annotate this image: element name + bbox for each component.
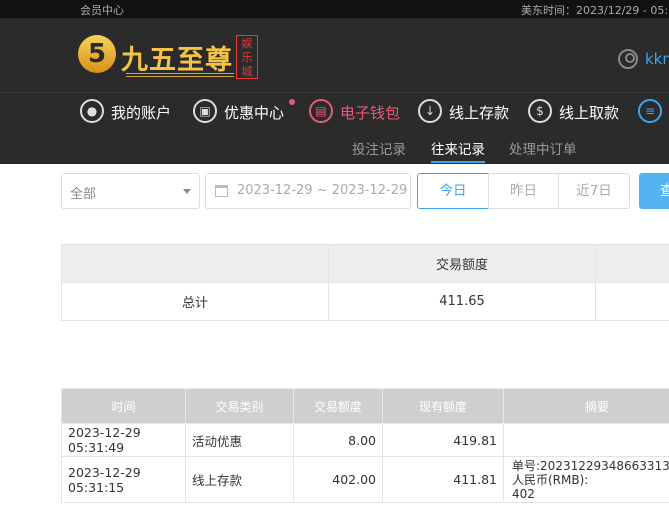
cell-memo: 单号:202312293486633135 人民币(RMB): 402 bbox=[503, 456, 669, 503]
history-icon: ≡ bbox=[638, 99, 662, 123]
summary-header-blank bbox=[61, 244, 329, 283]
cell-amount: 8.00 bbox=[293, 423, 383, 457]
brand-badge: 娱乐城 bbox=[236, 35, 258, 79]
user-icon bbox=[618, 49, 638, 69]
tab-transaction-records[interactable]: 往来记录 bbox=[431, 138, 485, 163]
col-balance: 现有额度 bbox=[382, 388, 504, 424]
cell-time: 2023-12-29 05:31:49 bbox=[61, 423, 186, 457]
summary-total-value: 411.65 bbox=[328, 282, 596, 321]
transaction-table: 时间 交易类别 交易额度 现有额度 摘要 2023-12-29 05:31:49… bbox=[61, 388, 669, 503]
logo-ornament bbox=[126, 73, 234, 77]
nav-label: 线上取款 bbox=[559, 104, 620, 122]
notification-dot bbox=[289, 99, 295, 105]
cell-memo bbox=[503, 423, 669, 457]
summary-empty-cell bbox=[595, 282, 669, 321]
cell-amount: 402.00 bbox=[293, 456, 383, 503]
summary-total-row: 总计 411.65 bbox=[61, 282, 669, 321]
col-amount: 交易额度 bbox=[293, 388, 383, 424]
cell-type: 活动优惠 bbox=[185, 423, 294, 457]
transaction-type-select[interactable]: 全部 bbox=[61, 173, 200, 209]
memo-currency: 人民币(RMB): bbox=[512, 472, 589, 487]
deposit-icon: ↓ bbox=[418, 99, 442, 123]
query-button[interactable]: 查 bbox=[639, 173, 669, 209]
today-button[interactable]: 今日 bbox=[417, 173, 489, 209]
wallet-icon: ▤ bbox=[309, 99, 333, 123]
tab-pending-orders[interactable]: 处理中订单 bbox=[509, 138, 577, 158]
nav-label: 优惠中心 bbox=[224, 104, 285, 122]
select-value: 全部 bbox=[70, 187, 97, 202]
col-type: 交易类别 bbox=[185, 388, 294, 424]
calendar-icon bbox=[215, 185, 228, 197]
nav-label: 电子钱包 bbox=[340, 104, 401, 122]
caret-down-icon bbox=[183, 189, 191, 194]
withdraw-icon: $ bbox=[528, 99, 552, 123]
logo-mark: 5 bbox=[78, 35, 116, 73]
header: 5 九五至尊 娱乐城 kkn bbox=[0, 18, 669, 92]
gift-icon: ▣ bbox=[193, 99, 217, 123]
col-memo: 摘要 bbox=[503, 388, 669, 424]
nav-label: 我的账户 bbox=[111, 104, 172, 122]
summary-header-amount: 交易额度 bbox=[328, 244, 596, 283]
table-row: 2023-12-29 05:31:49 活动优惠 8.00 419.81 bbox=[61, 423, 669, 457]
summary-header-blank bbox=[595, 244, 669, 283]
sub-nav: 投注记录 往来记录 处理中订单 bbox=[0, 130, 669, 164]
main-nav: ● 我的账户 ▣ 优惠中心 ▤ 电子钱包 ↓ 线上存款 $ 线上取款 ≡ bbox=[0, 92, 669, 130]
cell-type: 线上存款 bbox=[185, 456, 294, 503]
col-time: 时间 bbox=[61, 388, 186, 424]
username[interactable]: kkn bbox=[645, 50, 669, 68]
date-range-value: 2023-12-29 ~ 2023-12-29 bbox=[237, 183, 408, 198]
last-7-days-button[interactable]: 近7日 bbox=[558, 173, 630, 209]
memo-order-number: 单号:202312293486633135 bbox=[512, 458, 669, 473]
table-row: 2023-12-29 05:31:15 线上存款 402.00 411.81 单… bbox=[61, 456, 669, 503]
cell-balance: 411.81 bbox=[382, 456, 504, 503]
table-header-row: 时间 交易类别 交易额度 现有额度 摘要 bbox=[61, 388, 669, 424]
summary-total-label: 总计 bbox=[61, 282, 329, 321]
nav-label: 线上存款 bbox=[449, 104, 510, 122]
summary-header-row: 交易额度 bbox=[61, 244, 669, 283]
brand-name: 九五至尊 bbox=[121, 45, 233, 76]
cell-balance: 419.81 bbox=[382, 423, 504, 457]
member-center-link[interactable]: 会员中心 bbox=[80, 2, 124, 18]
user-icon: ● bbox=[80, 99, 104, 123]
summary-table: 交易额度 总计 411.65 bbox=[61, 244, 669, 321]
tab-bet-records[interactable]: 投注记录 bbox=[352, 138, 406, 158]
cell-time: 2023-12-29 05:31:15 bbox=[61, 456, 186, 503]
yesterday-button[interactable]: 昨日 bbox=[488, 173, 559, 209]
memo-amount: 402 bbox=[512, 486, 535, 501]
date-range-input[interactable]: 2023-12-29 ~ 2023-12-29 bbox=[205, 173, 411, 209]
top-strip: 会员中心 美东时间：2023/12/29 - 05:32 bbox=[0, 0, 669, 18]
eastern-time: 美东时间：2023/12/29 - 05:32 bbox=[521, 4, 669, 17]
